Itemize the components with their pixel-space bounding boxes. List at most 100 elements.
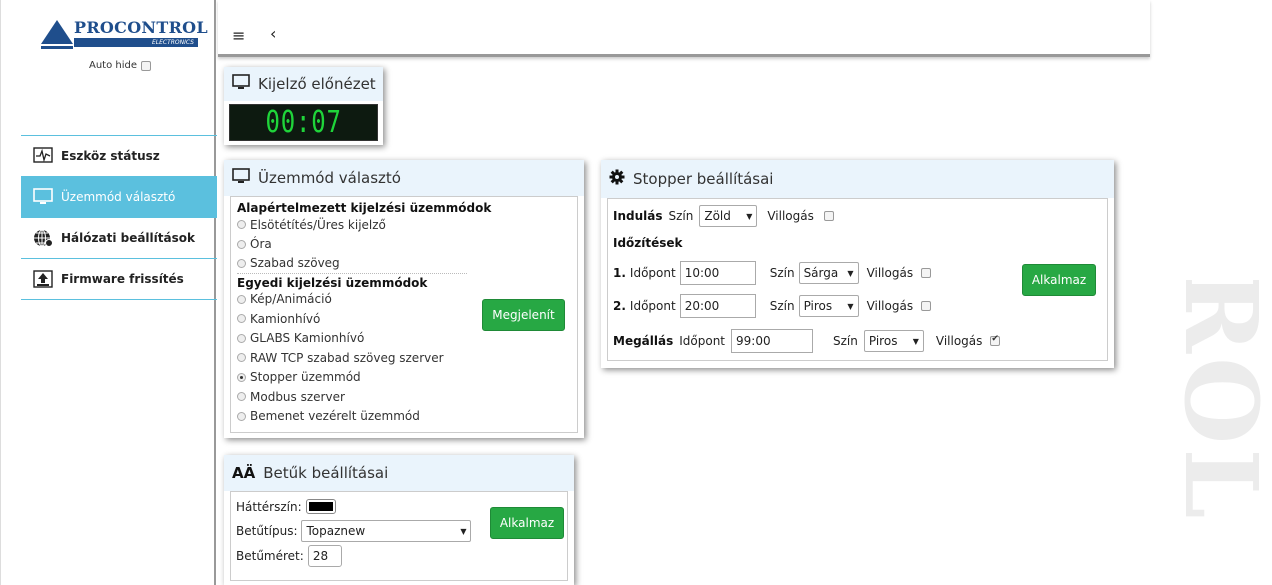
- stopper-header: Stopper beállításai: [601, 160, 1114, 198]
- font-body: Háttérszín: Betűtípus: Topaznew ▼ Betűmér…: [230, 491, 568, 581]
- radio-button[interactable]: [237, 372, 246, 382]
- stopper-title: Stopper beállításai: [633, 170, 774, 188]
- logo-sub: ELECTRONICS: [74, 38, 198, 47]
- monitor-icon: [232, 168, 250, 188]
- bg-color-picker[interactable]: [305, 499, 336, 514]
- sidebar-menu: Eszköz státusz Üzemmód választó Hálózati…: [21, 135, 217, 300]
- show-button[interactable]: Megjelenít: [482, 299, 565, 331]
- display-value: 00:07: [265, 105, 342, 140]
- monitor-icon: [232, 74, 250, 94]
- mode-body: Alapértelmezett kijelzési üzemmódok Elsö…: [230, 196, 578, 433]
- blink-label: Villogás: [767, 209, 814, 223]
- sidebar-item-device-status[interactable]: Eszköz státusz: [21, 136, 217, 177]
- preview-panel: Kijelző előnézet 00:07: [224, 67, 383, 145]
- start-row: Indulás Szín Zöld ▼ Villogás: [613, 205, 834, 227]
- sidebar-item-mode-selector[interactable]: Üzemmód választó: [21, 177, 217, 218]
- sidebar-item-label: Hálózati beállítások: [61, 231, 195, 245]
- pulse-icon: [33, 147, 53, 165]
- sidebar-item-firmware-update[interactable]: Firmware frissítés: [21, 259, 217, 300]
- stop-color-select[interactable]: Piros ▼: [863, 330, 924, 352]
- radio-button[interactable]: [237, 333, 246, 343]
- radio-button[interactable]: [237, 411, 246, 421]
- watermark-logo: ROL: [1170, 280, 1272, 523]
- timing1-blink-checkbox[interactable]: [921, 268, 932, 278]
- default-modes-header: Alapértelmezett kijelzési üzemmódok: [237, 201, 492, 215]
- timing1-time-input[interactable]: 10:00: [679, 261, 756, 285]
- radio-button[interactable]: [237, 392, 246, 402]
- font-size-label: Betűméret:: [236, 549, 304, 563]
- font-size-input[interactable]: 28: [307, 545, 342, 567]
- radio-button[interactable]: [237, 239, 246, 249]
- dropdown-arrow-icon: ▼: [746, 211, 753, 221]
- font-size-icon: AÄ: [232, 464, 256, 482]
- mode-option[interactable]: Elsötétítés/Üres kijelző: [237, 215, 571, 235]
- custom-modes-header: Egyedi kijelzési üzemmódok: [237, 275, 428, 290]
- radio-button[interactable]: [237, 314, 246, 324]
- mode-header: Üzemmód választó: [224, 160, 584, 196]
- sidebar-item-network-settings[interactable]: Hálózati beállítások: [21, 218, 217, 259]
- stop-blink-checkbox[interactable]: [990, 334, 1001, 346]
- radio-button[interactable]: [237, 353, 246, 363]
- mode-option-selected[interactable]: Stopper üzemmód: [237, 368, 571, 388]
- font-apply-button[interactable]: Alkalmaz: [490, 507, 564, 539]
- start-color-select[interactable]: Zöld ▼: [699, 205, 758, 227]
- mode-option[interactable]: Bemenet vezérelt üzemmód: [237, 407, 571, 427]
- dropdown-arrow-icon: ▼: [912, 336, 919, 346]
- timing2-row: 2. Időpont 20:00 Szín Piros ▼ Villogás: [613, 294, 932, 318]
- stop-time-input[interactable]: 99:00: [731, 329, 814, 353]
- timing2-blink-checkbox[interactable]: [921, 301, 932, 311]
- mode-option[interactable]: Modbus szerver: [237, 387, 571, 407]
- radio-button[interactable]: [237, 220, 246, 230]
- logo-triangle-icon: [41, 20, 73, 44]
- display-screen: 00:07: [229, 104, 378, 141]
- preview-header: Kijelző előnézet: [224, 67, 383, 101]
- timings-header: Időzítések: [613, 236, 683, 250]
- preview-title: Kijelző előnézet: [258, 75, 376, 93]
- autohide-toggle[interactable]: Auto hide: [89, 60, 152, 71]
- font-title: Betűk beállításai: [263, 464, 389, 482]
- dropdown-arrow-icon: ▼: [847, 268, 854, 278]
- globe-icon: [33, 229, 53, 247]
- dropdown-arrow-icon: ▼: [847, 301, 854, 311]
- monitor-icon: [33, 188, 53, 206]
- dropdown-arrow-icon: ▼: [460, 526, 467, 536]
- stop-label: Megállás: [613, 334, 674, 348]
- stopper-apply-button[interactable]: Alkalmaz: [1022, 264, 1096, 296]
- timing1-color-select[interactable]: Sárga ▼: [798, 262, 859, 284]
- start-label: Indulás: [613, 209, 663, 223]
- radio-button[interactable]: [237, 258, 246, 268]
- stop-row: Megállás Időpont 99:00 Szín Piros ▼ Villo…: [613, 329, 1001, 353]
- color-label: Szín: [668, 209, 694, 223]
- upload-icon: [33, 270, 53, 288]
- start-blink-checkbox[interactable]: [823, 211, 834, 221]
- timing2-time-input[interactable]: 20:00: [679, 294, 756, 318]
- mode-option[interactable]: GLABS Kamionhívó: [237, 329, 571, 349]
- font-type-label: Betűtípus:: [236, 524, 298, 538]
- mode-option[interactable]: Óra: [237, 235, 571, 255]
- logo-brand: PROCONTROL: [74, 18, 208, 37]
- sidebar-item-label: Firmware frissítés: [61, 272, 184, 286]
- stopper-panel: Stopper beállításai Indulás Szín Zöld ▼ V…: [601, 160, 1114, 368]
- back-chevron-icon[interactable]: ‹: [270, 24, 276, 43]
- font-type-select[interactable]: Topaznew ▼: [301, 520, 472, 542]
- stopper-body: Indulás Szín Zöld ▼ Villogás Időzítések 1…: [607, 198, 1108, 361]
- font-panel: AÄ Betűk beállításai Háttérszín: Betűtíp…: [224, 455, 574, 585]
- autohide-label: Auto hide: [89, 60, 138, 71]
- sidebar-item-label: Eszköz státusz: [61, 149, 160, 163]
- radio-button[interactable]: [237, 294, 246, 304]
- gear-icon: [609, 169, 625, 189]
- sidebar: PROCONTROL ELECTRONICS Auto hide Eszköz …: [0, 0, 217, 585]
- mode-option[interactable]: Szabad szöveg: [237, 254, 467, 274]
- topbar: ≡ ‹: [218, 0, 1150, 57]
- mode-title: Üzemmód választó: [258, 169, 401, 187]
- mode-panel: Üzemmód választó Alapértelmezett kijelzé…: [224, 160, 584, 438]
- mode-option[interactable]: RAW TCP szabad szöveg szerver: [237, 348, 571, 368]
- sidebar-item-label: Üzemmód választó: [61, 190, 176, 204]
- timing1-row: 1. Időpont 10:00 Szín Sárga ▼ Villogás: [613, 261, 932, 285]
- timing2-color-select[interactable]: Piros ▼: [798, 295, 859, 317]
- font-header: AÄ Betűk beállításai: [224, 455, 574, 491]
- bg-color-label: Háttérszín:: [236, 499, 302, 514]
- hamburger-menu-icon[interactable]: ≡: [232, 26, 245, 45]
- autohide-checkbox[interactable]: [141, 60, 152, 71]
- logo: PROCONTROL ELECTRONICS: [41, 18, 208, 52]
